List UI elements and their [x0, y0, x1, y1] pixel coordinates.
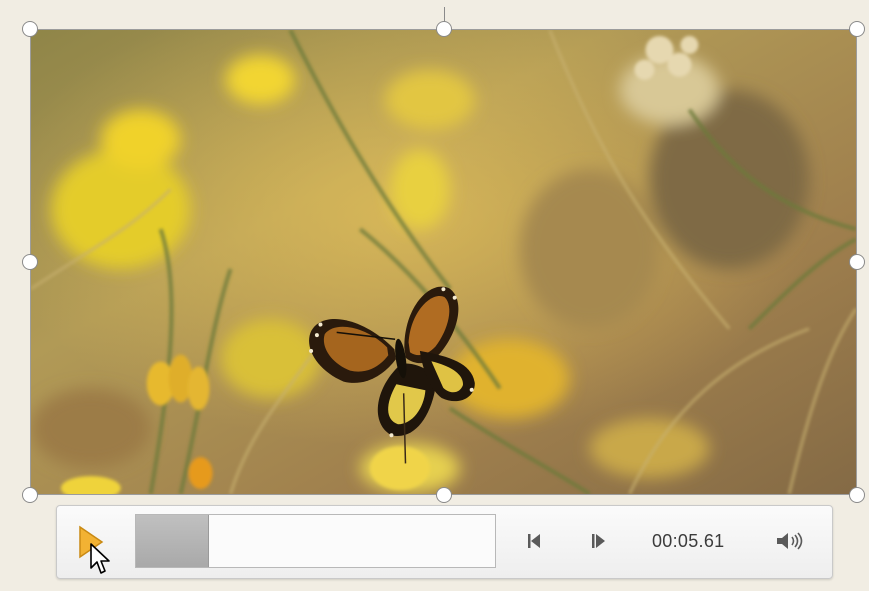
resize-handle-bottom-left[interactable] — [22, 487, 38, 503]
resize-handle-top-left[interactable] — [22, 21, 38, 37]
resize-handle-bottom-center[interactable] — [436, 487, 452, 503]
progress-bar-fill — [136, 515, 209, 567]
resize-handle-top-center[interactable] — [436, 21, 452, 37]
speaker-volume-icon[interactable] — [775, 530, 807, 552]
video-still-image — [31, 30, 856, 494]
media-controls-bar: 00:05.61 — [56, 505, 833, 579]
step-forward-icon[interactable] — [589, 531, 609, 551]
resize-handle-middle-right[interactable] — [849, 254, 865, 270]
current-time-display: 00:05.61 — [652, 531, 725, 551]
progress-bar[interactable] — [135, 514, 496, 568]
video-object[interactable] — [22, 7, 865, 503]
step-back-icon[interactable] — [525, 531, 545, 551]
resize-handle-top-right[interactable] — [849, 21, 865, 37]
video-frame[interactable] — [30, 29, 857, 495]
slide-canvas: 00:05.61 — [0, 0, 869, 591]
resize-handle-bottom-right[interactable] — [849, 487, 865, 503]
resize-handle-middle-left[interactable] — [22, 254, 38, 270]
play-triangle-icon[interactable] — [77, 525, 105, 559]
